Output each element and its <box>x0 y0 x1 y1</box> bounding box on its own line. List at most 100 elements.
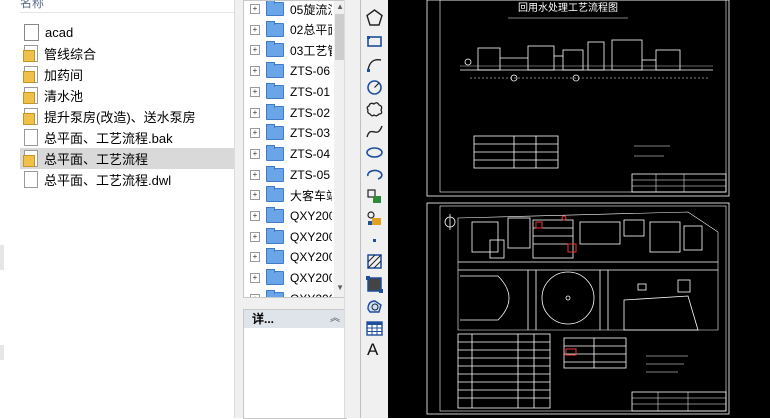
polygon-tool-icon[interactable] <box>365 8 384 27</box>
folder-icon <box>266 227 284 244</box>
folder-icon <box>266 289 284 297</box>
expand-plus-icon[interactable]: + <box>250 66 260 77</box>
ellipse-icon[interactable] <box>365 143 384 162</box>
folder-icon <box>266 124 284 141</box>
file-list-item[interactable]: 总平面、工艺流程.dwl <box>20 169 234 190</box>
expand-plus-icon[interactable]: + <box>250 231 260 242</box>
region-icon[interactable] <box>365 297 384 316</box>
tree-item[interactable]: + ZTS-01 <box>244 82 332 102</box>
dwg-file-icon <box>23 66 38 83</box>
scroll-down-arrow-icon[interactable]: ▼ <box>336 283 344 292</box>
expand-plus-icon[interactable]: + <box>250 252 260 263</box>
tree-item-label: QXY200 <box>290 250 332 265</box>
file-list-item[interactable]: 管线综合 <box>20 43 234 64</box>
text-tool-icon[interactable]: A <box>367 340 378 360</box>
rectangle-tool-icon[interactable] <box>365 32 384 51</box>
tree-item[interactable]: + 大客车站 <box>244 185 332 205</box>
tree-item[interactable]: +03工艺管 <box>244 40 332 60</box>
tree-item[interactable]: + ZTS-05 <box>244 165 332 185</box>
folder-icon <box>266 20 284 37</box>
tree-item[interactable]: + ZTS-04 <box>244 144 332 164</box>
table-icon[interactable] <box>365 319 384 338</box>
tree-item[interactable]: +02总平面 <box>244 20 332 40</box>
tree-item-label: QXY200 <box>290 209 332 223</box>
circle-tool-icon[interactable] <box>365 78 384 97</box>
tree-item-label: 05旋流沉 <box>290 2 332 17</box>
expand-plus-icon[interactable]: + <box>250 107 260 118</box>
name-column-header[interactable]: 名称 <box>20 0 234 13</box>
revision-cloud-icon[interactable] <box>365 100 384 119</box>
tree-item-label: ZTS-03 <box>290 126 331 141</box>
left-edge-scroll-mark <box>0 345 4 360</box>
folder-icon <box>266 82 284 99</box>
collapse-chevron-icon[interactable]: ︽ <box>330 310 340 328</box>
file-list-item[interactable]: 总平面、工艺流程.bak <box>20 127 234 148</box>
folder-icon <box>266 62 284 79</box>
folder-icon <box>266 248 284 265</box>
tree-item-label: QXY200 <box>290 271 332 286</box>
expand-plus-icon[interactable]: + <box>250 190 260 201</box>
hatch-icon[interactable] <box>365 252 384 271</box>
folder-icon <box>266 103 284 120</box>
expand-plus-icon[interactable]: + <box>250 128 260 139</box>
file-list-item[interactable]: 加药间 <box>20 64 234 85</box>
site-plan-sheet <box>426 202 730 415</box>
folder-icon <box>266 144 284 161</box>
ellipse-arc-icon[interactable] <box>365 165 384 184</box>
arc-tool-icon[interactable] <box>365 55 384 74</box>
file-list-item[interactable]: 清水池 <box>20 85 234 106</box>
folder-tree-panel: +05旋流沉+02总平面+03工艺管+ZTS-06+ZTS-01+ZTS-02+… <box>234 0 347 419</box>
tree-item[interactable]: + QXY200 <box>244 247 332 267</box>
expand-plus-icon[interactable]: + <box>250 273 260 284</box>
tree-item[interactable]: + QXY200 <box>244 227 332 247</box>
scroll-up-arrow-icon[interactable]: ▲ <box>336 2 344 11</box>
expand-plus-icon[interactable]: + <box>250 45 260 56</box>
dwg-file-icon <box>23 108 38 125</box>
insert-block-icon[interactable] <box>365 187 384 206</box>
tree-item-label: ZTS-06 <box>290 64 331 79</box>
tree-item[interactable]: + ZTS-02 <box>244 103 332 123</box>
file-list-pane: 名称 acad 管线综合加药间清水池提升泵房(改造)、送水泵房 总平面、工艺流程.b… <box>0 0 234 418</box>
details-panel-header[interactable]: 详... ︽ <box>243 309 347 329</box>
tree-item[interactable]: + QXY200 <box>244 268 332 288</box>
file-name-label: 管线综合 <box>44 47 97 62</box>
left-edge-scroll-mark <box>0 245 4 270</box>
expand-plus-icon[interactable]: + <box>250 211 260 221</box>
file-list-item[interactable]: acad <box>20 22 234 43</box>
expand-plus-icon[interactable]: + <box>250 148 260 159</box>
draw-toolbar: A <box>360 0 389 418</box>
tree-item-label: ZTS-05 <box>290 167 331 182</box>
process-flow-sheet <box>426 0 730 197</box>
folder-icon <box>266 41 284 58</box>
tree-item-label: ZTS-04 <box>290 146 331 161</box>
file-list-item[interactable]: 提升泵房(改造)、送水泵房 <box>20 106 234 127</box>
tree-item[interactable]: + QXY200 <box>244 289 332 297</box>
folder-tree: +05旋流沉+02总平面+03工艺管+ZTS-06+ZTS-01+ZTS-02+… <box>243 0 347 298</box>
pane-splitter[interactable] <box>344 0 361 418</box>
file-name-label: 总平面、工艺流程 <box>44 152 149 167</box>
details-panel-body <box>243 328 347 419</box>
expand-plus-icon[interactable]: + <box>250 4 260 14</box>
tree-item[interactable]: + ZTS-03 <box>244 123 332 143</box>
tree-item[interactable]: +05旋流沉 <box>244 1 332 19</box>
tree-item-label: 02总平面 <box>290 23 332 38</box>
expand-plus-icon[interactable]: + <box>250 86 260 97</box>
point-icon[interactable] <box>365 231 384 250</box>
folder-icon <box>266 269 284 286</box>
expand-plus-icon[interactable]: + <box>250 24 260 35</box>
tree-item[interactable]: + ZTS-06 <box>244 61 332 81</box>
file-name-label: 清水池 <box>44 89 84 104</box>
tree-item-label: QXY200 <box>290 292 332 297</box>
spline-icon[interactable] <box>365 122 384 141</box>
tree-item[interactable]: + QXY200 <box>244 206 332 226</box>
drawing-canvas: 回用水处理工艺流程图 <box>426 0 730 415</box>
drawing-viewport[interactable]: 回用水处理工艺流程图 <box>388 0 770 418</box>
make-block-icon[interactable] <box>365 209 384 228</box>
expand-plus-icon[interactable]: + <box>250 169 260 180</box>
file-name-label: acad <box>45 25 74 40</box>
gradient-icon[interactable] <box>365 275 384 294</box>
details-label: 详... <box>252 312 275 326</box>
file-list-item[interactable]: 总平面、工艺流程 <box>20 148 234 169</box>
document-icon <box>24 129 38 146</box>
expand-plus-icon[interactable]: + <box>250 293 260 297</box>
